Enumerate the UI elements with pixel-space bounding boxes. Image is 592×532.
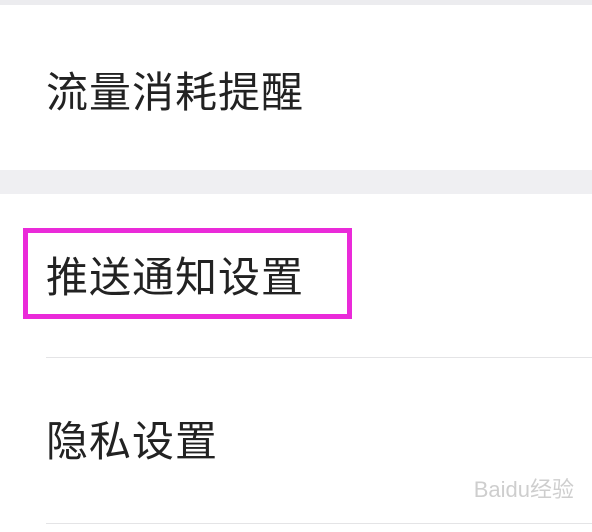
watermark-logo: Baidu经验 bbox=[473, 477, 574, 502]
settings-item-label: 隐私设置 bbox=[46, 417, 219, 466]
settings-item-label: 推送通知设置 bbox=[46, 253, 305, 302]
settings-item-label: 流量消耗提醒 bbox=[46, 68, 305, 117]
settings-item-data-usage-reminder[interactable]: 流量消耗提醒 bbox=[0, 5, 592, 170]
section-divider bbox=[0, 170, 592, 194]
settings-item-push-notification[interactable]: 推送通知设置 bbox=[0, 194, 592, 357]
list-divider bbox=[46, 523, 592, 524]
